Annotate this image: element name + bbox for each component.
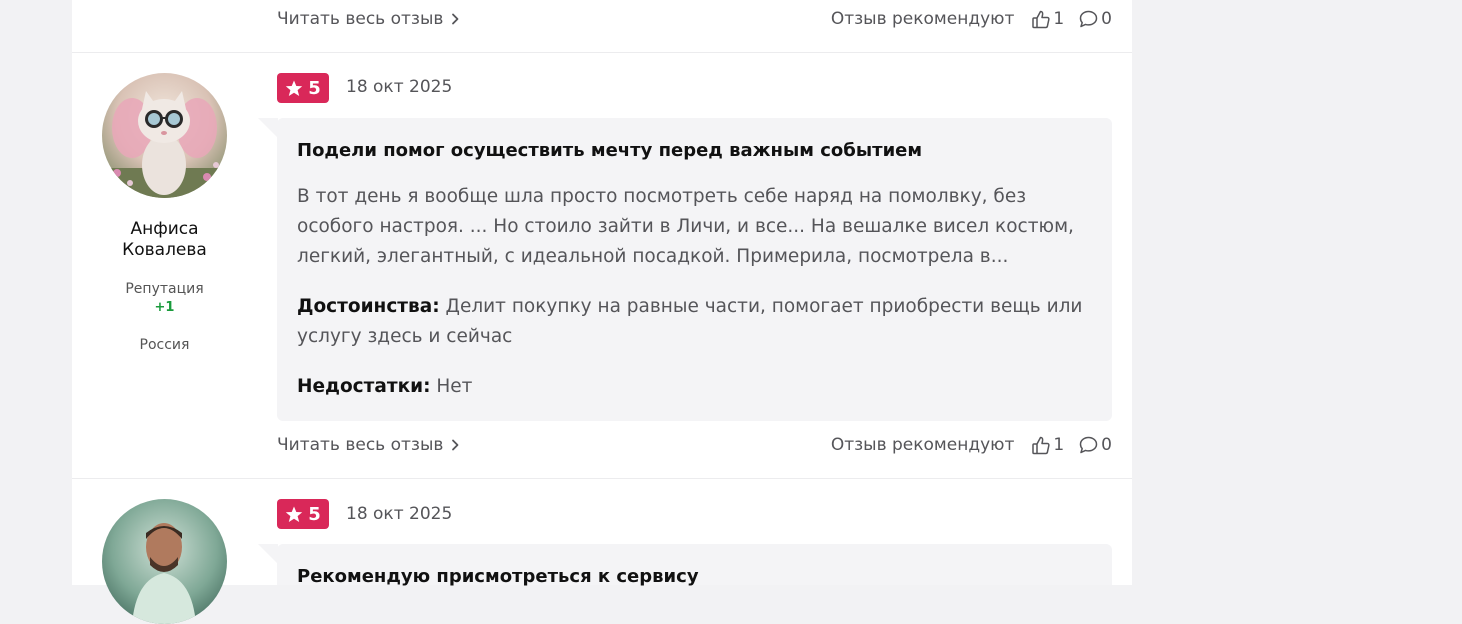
rating-badge: 5	[277, 499, 329, 529]
comments-button[interactable]: 0	[1079, 435, 1112, 455]
review-excerpt: В тот день я вообще шла просто посмотрет…	[297, 186, 1074, 267]
likes-count: 1	[1053, 9, 1065, 29]
review-stats: Отзыв рекомендуют 1 0	[831, 9, 1112, 29]
avatar[interactable]	[102, 499, 227, 624]
read-full-review-label: Читать весь отзыв	[277, 435, 444, 455]
reviews-column: Читать весь отзыв Отзыв рекомендуют 1 0	[72, 0, 1132, 624]
review-title[interactable]: Рекомендую присмотреться к сервису	[297, 566, 699, 587]
thumb-up-icon	[1032, 10, 1053, 29]
chevron-right-icon	[451, 439, 459, 451]
likes-count: 1	[1053, 435, 1065, 455]
review-stats: Отзыв рекомендуют 1 0	[831, 435, 1112, 455]
review-title[interactable]: Подели помог осуществить мечту перед важ…	[297, 140, 922, 161]
read-full-review-link[interactable]: Читать весь отзыв	[277, 9, 459, 29]
review-pros: Достоинства: Делит покупку на равные час…	[297, 292, 1092, 352]
review-content: Подели помог осуществить мечту перед важ…	[258, 118, 1112, 421]
review-separator	[72, 52, 1132, 53]
comments-count: 0	[1101, 9, 1112, 29]
read-full-review-label: Читать весь отзыв	[277, 9, 444, 29]
rating-value: 5	[308, 77, 321, 99]
like-button[interactable]: 1	[1032, 435, 1064, 455]
rating-value: 5	[308, 503, 321, 525]
review-separator	[72, 478, 1132, 479]
review-footer: Читать весь отзыв Отзыв рекомендуют 1 0	[277, 435, 1112, 459]
star-icon	[285, 506, 303, 523]
read-full-review-link[interactable]: Читать весь отзыв	[277, 435, 459, 455]
like-button[interactable]: 1	[1032, 9, 1064, 29]
review-content: Рекомендую присмотреться к сервису	[258, 544, 1112, 587]
man-avatar-image	[102, 499, 227, 624]
recommend-label: Отзыв рекомендуют	[830, 9, 1015, 29]
review-footer: Читать весь отзыв Отзыв рекомендуют 1 0	[277, 9, 1112, 33]
reputation-label: Репутация	[125, 281, 204, 297]
cons-text: Нет	[436, 376, 473, 397]
user-name[interactable]: Анфиса Ковалева	[94, 219, 235, 261]
star-icon	[285, 80, 303, 97]
cons-label: Недостатки:	[297, 376, 431, 397]
review-cons: Недостатки: Нет	[297, 372, 1092, 402]
review-date: 18 окт 2025	[346, 504, 453, 524]
thumb-up-icon	[1032, 436, 1053, 455]
pros-label: Достоинства:	[297, 296, 440, 317]
chevron-right-icon	[451, 13, 459, 25]
comment-bubble-icon	[1079, 436, 1101, 454]
comments-count: 0	[1101, 435, 1112, 455]
cat-avatar-image	[102, 73, 227, 198]
comments-button[interactable]: 0	[1079, 9, 1112, 29]
user-country: Россия	[139, 337, 190, 353]
review-date: 18 окт 2025	[346, 77, 453, 97]
recommend-label: Отзыв рекомендуют	[830, 435, 1015, 455]
comment-bubble-icon	[1079, 10, 1101, 28]
reputation-value: +1	[154, 300, 175, 315]
avatar[interactable]	[102, 73, 227, 198]
rating-badge: 5	[277, 73, 329, 103]
